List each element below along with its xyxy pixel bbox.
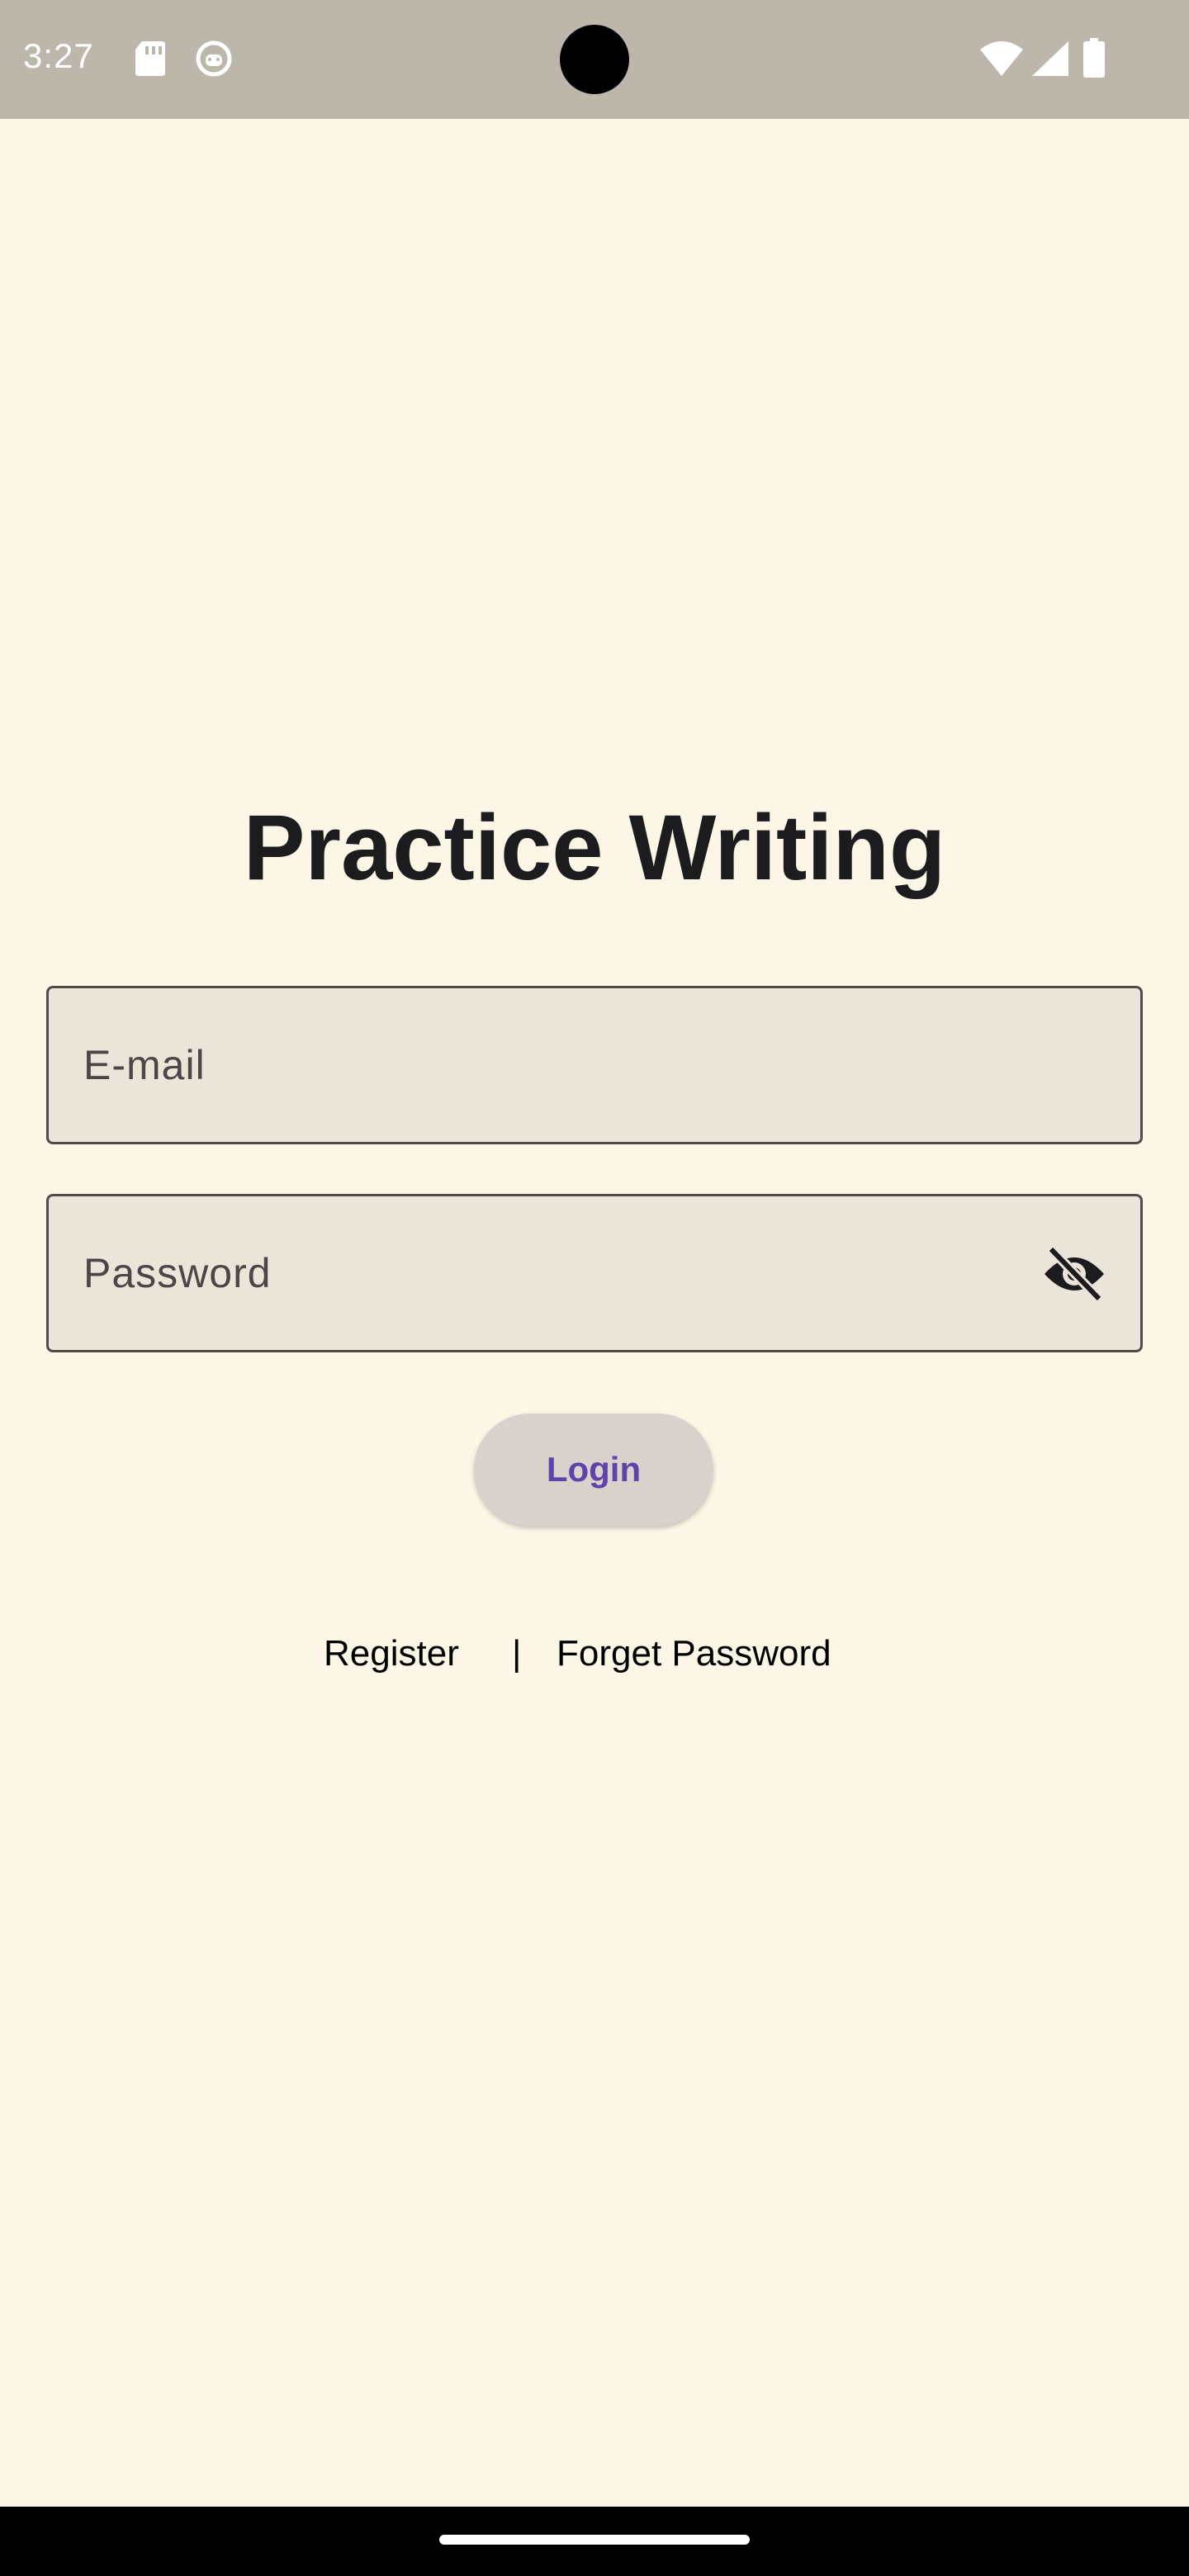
sd-card-icon: [134, 40, 167, 80]
auth-links: Register | Forget Password: [0, 1627, 1189, 1684]
email-field[interactable]: E-mail: [46, 986, 1143, 1144]
password-placeholder: Password: [83, 1250, 272, 1296]
home-indicator[interactable]: [439, 2535, 750, 2545]
status-time: 3:27: [23, 36, 94, 75]
cellular-signal-icon: [1032, 41, 1068, 80]
android-debug-icon: [195, 40, 233, 82]
forget-password-link[interactable]: Forget Password: [557, 1633, 831, 1674]
app-title: Practice Writing: [243, 796, 946, 899]
register-link[interactable]: Register: [324, 1633, 459, 1674]
navigation-bar: [0, 2507, 1189, 2576]
camera-cutout: [560, 25, 629, 94]
email-placeholder: E-mail: [83, 1042, 206, 1088]
battery-icon: [1083, 38, 1105, 82]
login-button[interactable]: Login: [474, 1413, 713, 1526]
link-separator: |: [512, 1633, 522, 1674]
password-field[interactable]: Password: [46, 1194, 1143, 1352]
status-bar: 3:27: [0, 0, 1189, 119]
visibility-off-icon[interactable]: [1041, 1244, 1107, 1304]
wifi-icon: [979, 41, 1024, 80]
